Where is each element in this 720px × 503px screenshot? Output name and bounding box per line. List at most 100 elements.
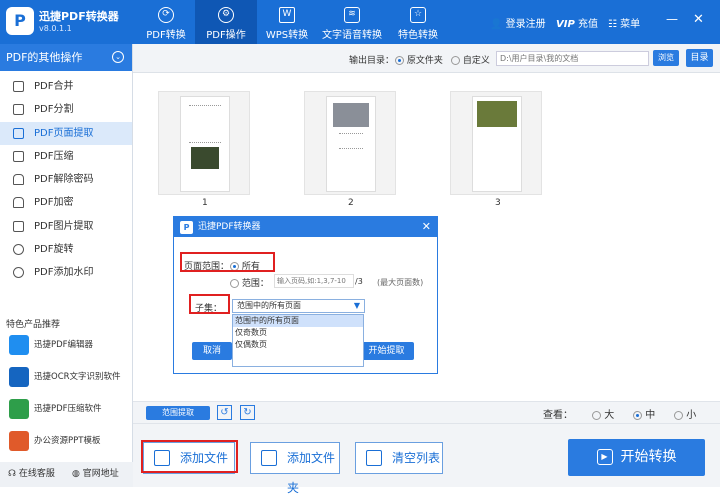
trash-icon bbox=[366, 450, 382, 466]
sidebar-item-rotate[interactable]: PDF旋转 bbox=[0, 238, 132, 261]
page-preview bbox=[180, 96, 230, 192]
radio-icon bbox=[230, 279, 239, 288]
subset-select[interactable]: 范围中的所有页面 ▼ bbox=[232, 299, 365, 313]
recommend-title: 特色产品推荐 bbox=[6, 320, 61, 330]
lock-icon bbox=[13, 197, 24, 209]
highlight-box bbox=[189, 294, 230, 314]
nav-tab-wps-convert[interactable]: W WPS转换 bbox=[256, 0, 318, 44]
rotate-right-icon[interactable]: ↻ bbox=[240, 405, 255, 420]
view-small-option[interactable]: 小 bbox=[674, 406, 696, 421]
sidebar: PDF的其他操作 ⌄ PDF合并 PDF分割 PDF页面提取 PDF压缩 PDF… bbox=[0, 44, 133, 487]
radio-icon bbox=[592, 410, 601, 420]
merge-icon bbox=[13, 81, 24, 92]
sidebar-item-encrypt[interactable]: PDF加密 bbox=[0, 191, 132, 214]
cancel-button[interactable]: 取消 bbox=[192, 342, 232, 360]
sidebar-footer: ☊ 在线客服 ◍ 官网地址 bbox=[0, 462, 133, 487]
range-custom-option[interactable]: 范围： bbox=[230, 276, 269, 289]
globe-icon: ◍ bbox=[72, 469, 80, 479]
view-medium-option[interactable]: 中 bbox=[633, 406, 655, 421]
output-path-input[interactable] bbox=[496, 51, 649, 66]
chevron-down-icon: ▼ bbox=[353, 301, 360, 310]
output-custom-option[interactable]: 自定义 bbox=[451, 53, 490, 66]
page-preview bbox=[326, 96, 376, 192]
headset-icon: ☊ bbox=[8, 469, 16, 479]
highlight-box bbox=[141, 440, 238, 473]
nav-tab-pdf-operate[interactable]: ⚙ PDF操作 bbox=[195, 0, 257, 44]
rotate-left-icon[interactable]: ↺ bbox=[217, 405, 232, 420]
radio-icon bbox=[674, 410, 683, 420]
app-version: v8.0.1.1 bbox=[39, 24, 72, 33]
pdf-compress-icon bbox=[9, 399, 29, 419]
subset-option[interactable]: 范围中的所有页面 bbox=[233, 315, 363, 327]
sidebar-item-compress[interactable]: PDF压缩 bbox=[0, 145, 132, 168]
app-name: 迅捷PDF转换器 bbox=[39, 10, 119, 23]
add-folder-button[interactable]: 添加文件夹 bbox=[250, 442, 340, 495]
view-label: 查看： bbox=[543, 410, 573, 421]
image-icon bbox=[13, 220, 24, 232]
product-ocr[interactable]: 迅捷OCR文字识别软件 bbox=[0, 362, 133, 392]
output-label: 输出目录： bbox=[349, 56, 395, 66]
sidebar-item-image-extract[interactable]: PDF图片提取 bbox=[0, 215, 132, 238]
subset-option[interactable]: 仅奇数页 bbox=[233, 327, 363, 339]
page-extract-icon bbox=[13, 127, 24, 139]
vip-recharge-link[interactable]: VIP 充值 bbox=[556, 15, 598, 30]
start-convert-button[interactable]: ▶ 开始转换 bbox=[568, 439, 705, 476]
clear-list-button[interactable]: 清空列表 bbox=[355, 442, 443, 474]
website-link[interactable]: ◍ 官网地址 bbox=[72, 462, 119, 487]
menu-icon: ☷ bbox=[608, 19, 617, 30]
page-thumbnail[interactable] bbox=[304, 91, 396, 195]
menu-button[interactable]: ☷ 菜单 bbox=[608, 15, 640, 30]
browse-button[interactable]: 浏览 bbox=[653, 50, 679, 66]
sidebar-item-split[interactable]: PDF分割 bbox=[0, 98, 132, 121]
top-bar: P 迅捷PDF转换器 v8.0.1.1 ⟳ PDF转换 ⚙ PDF操作 W WP… bbox=[0, 0, 720, 44]
unlock-icon bbox=[13, 174, 24, 186]
minimize-button[interactable]: — bbox=[666, 12, 678, 26]
ocr-icon bbox=[9, 367, 29, 387]
page-thumbnail[interactable] bbox=[158, 91, 250, 195]
waveform-icon: ≋ bbox=[344, 7, 360, 23]
output-original-option[interactable]: 原文件夹 bbox=[395, 53, 443, 66]
page-number: 1 bbox=[202, 198, 208, 208]
user-icon: 👤 bbox=[490, 19, 503, 30]
login-link[interactable]: 👤 登录注册 bbox=[490, 15, 546, 30]
nav-tab-text-voice[interactable]: ≋ 文字语音转换 bbox=[318, 0, 386, 44]
sidebar-item-unlock[interactable]: PDF解除密码 bbox=[0, 168, 132, 191]
page-number: 2 bbox=[348, 198, 354, 208]
sidebar-item-page-extract[interactable]: PDF页面提取 bbox=[0, 121, 132, 145]
sidebar-item-merge[interactable]: PDF合并 bbox=[0, 75, 132, 98]
tool-strip: 范围提取 ↺ ↻ 查看： 大 中 小 bbox=[133, 401, 720, 423]
product-pdf-editor[interactable]: 迅捷PDF编辑器 bbox=[0, 330, 133, 360]
page-range-input[interactable] bbox=[274, 274, 354, 288]
highlight-box bbox=[180, 252, 275, 272]
app-logo-icon: P bbox=[180, 221, 193, 234]
directory-button[interactable]: 目录 bbox=[686, 49, 713, 67]
subset-option[interactable]: 仅偶数页 bbox=[233, 339, 363, 351]
star-icon: ☆ bbox=[410, 7, 426, 23]
start-extract-button[interactable]: 开始提取 bbox=[359, 342, 414, 360]
refresh-icon: ⟳ bbox=[158, 7, 174, 23]
range-extract-button[interactable]: 范围提取 bbox=[146, 406, 210, 420]
range-max-note: (最大页面数) bbox=[377, 278, 424, 287]
folder-icon bbox=[261, 450, 277, 466]
sidebar-header[interactable]: PDF的其他操作 ⌄ bbox=[0, 44, 132, 71]
online-service-link[interactable]: ☊ 在线客服 bbox=[8, 462, 55, 487]
split-icon bbox=[13, 104, 24, 116]
dialog-close-button[interactable]: ✕ bbox=[422, 217, 431, 237]
product-pdf-compress[interactable]: 迅捷PDF压缩软件 bbox=[0, 394, 133, 424]
gear-icon: ⚙ bbox=[218, 7, 234, 23]
page-preview bbox=[472, 96, 522, 192]
ppt-icon bbox=[9, 431, 29, 451]
dialog-title-bar: P 迅捷PDF转换器 ✕ bbox=[174, 217, 437, 237]
app-logo: P bbox=[6, 7, 34, 35]
radio-icon bbox=[633, 410, 642, 420]
w-doc-icon: W bbox=[279, 7, 295, 23]
nav-tab-pdf-convert[interactable]: ⟳ PDF转换 bbox=[135, 0, 197, 44]
nav-tab-special-convert[interactable]: ☆ 特色转换 bbox=[387, 0, 449, 44]
range-total: /3 bbox=[355, 277, 363, 286]
view-large-option[interactable]: 大 bbox=[592, 406, 614, 421]
sidebar-item-watermark[interactable]: PDF添加水印 bbox=[0, 261, 132, 284]
compress-icon bbox=[13, 150, 24, 162]
close-button[interactable]: ✕ bbox=[693, 12, 704, 27]
page-thumbnail[interactable] bbox=[450, 91, 542, 195]
product-ppt-template[interactable]: 办公资源PPT模板 bbox=[0, 426, 133, 456]
